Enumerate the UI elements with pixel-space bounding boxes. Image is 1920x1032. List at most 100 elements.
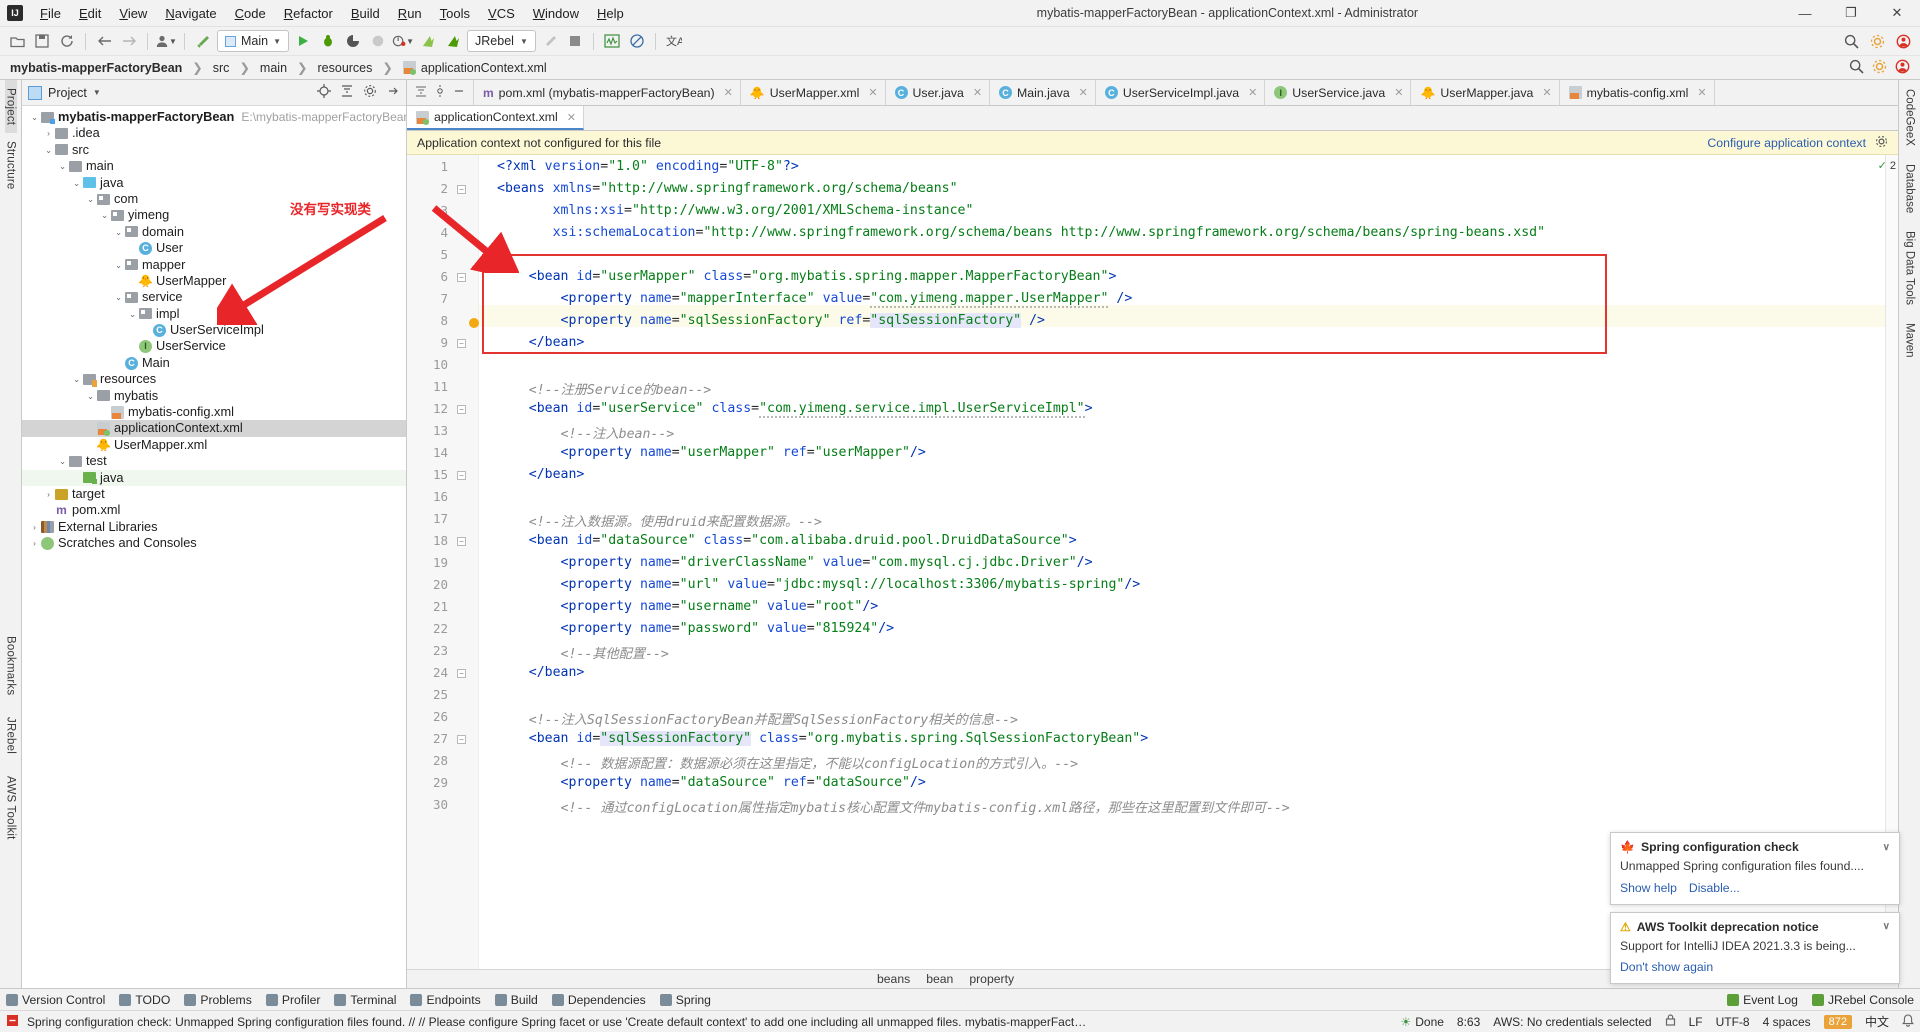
tree-node-test[interactable]: ⌄ test	[22, 453, 406, 469]
tree-node-mybatis-mapperfactorybean[interactable]: ⌄ mybatis-mapperFactoryBean E:\mybatis-map…	[22, 109, 406, 125]
menu-item-run[interactable]: Run	[389, 2, 431, 25]
build-hammer-icon[interactable]	[192, 30, 214, 52]
collapse-all-icon[interactable]	[340, 84, 354, 101]
code-line[interactable]: <!--注册Service的bean-->	[497, 379, 711, 398]
close-tab-icon[interactable]: ✕	[1079, 86, 1088, 99]
tree-expander-icon[interactable]: ⌄	[127, 306, 138, 322]
breadcrumb-part-src[interactable]: src	[213, 61, 230, 75]
save-icon[interactable]	[31, 30, 53, 52]
tree-node-usermapper-xml[interactable]: 🐥 UserMapper.xml	[22, 437, 406, 453]
build-status-icon[interactable]	[6, 1014, 19, 1030]
code-line[interactable]: <property name="password" value="815924"…	[497, 621, 895, 636]
tree-expander-icon[interactable]: ⌄	[99, 207, 110, 223]
bottom-tool-jrebel-console[interactable]: JRebel Console	[1811, 993, 1914, 1007]
menu-item-vcs[interactable]: VCS	[479, 2, 524, 25]
maximize-button[interactable]: ❐	[1828, 0, 1874, 27]
code-fold-icon[interactable]: −	[457, 471, 466, 480]
code-line[interactable]: <bean id="userService" class="com.yimeng…	[497, 401, 1093, 418]
bottom-tool-dependencies[interactable]: Dependencies	[551, 993, 646, 1007]
close-tab-icon[interactable]: ✕	[567, 111, 576, 124]
menu-bar[interactable]: File Edit View Navigate Code Refactor Build Run…	[31, 2, 633, 25]
chevron-down-icon[interactable]: ▼	[406, 37, 414, 46]
memory-chip[interactable]: 872	[1823, 1014, 1852, 1029]
notification-link-disable-[interactable]: Disable...	[1689, 881, 1740, 895]
code-line[interactable]: <property name="mapperInterface" value="…	[497, 291, 1132, 308]
tree-expander-icon[interactable]: ›	[43, 125, 54, 141]
code-line[interactable]: <!--注入SqlSessionFactoryBean并配置SqlSession…	[497, 709, 1018, 728]
chevron-down-icon[interactable]: ▼	[93, 88, 101, 97]
tree-node-main[interactable]: ⌄ main	[22, 158, 406, 174]
tree-node-impl[interactable]: ⌄ impl	[22, 306, 406, 322]
tree-expander-icon[interactable]: ⌄	[113, 257, 124, 273]
chevron-down-icon[interactable]: ▼	[273, 37, 281, 46]
tree-node-mybatis[interactable]: ⌄ mybatis	[22, 388, 406, 404]
breadcrumb-file[interactable]: applicationContext.xml	[421, 61, 547, 75]
tree-expander-icon[interactable]: ⌄	[57, 453, 68, 469]
bottom-tool-build[interactable]: Build	[494, 993, 538, 1007]
code-fold-icon[interactable]: −	[457, 273, 466, 282]
tree-node-java[interactable]: ⌄ java	[22, 175, 406, 191]
code-fold-icon[interactable]: −	[457, 339, 466, 348]
close-tab-icon[interactable]: ✕	[1542, 86, 1551, 99]
settings-gear-icon[interactable]	[1866, 30, 1888, 52]
caret-position[interactable]: 8:63	[1457, 1015, 1480, 1029]
menu-item-window[interactable]: Window	[524, 2, 588, 25]
run-with-coverage-icon[interactable]	[342, 30, 364, 52]
chevron-down-icon[interactable]: ▼	[169, 37, 177, 46]
code-line[interactable]: <!-- 通过configLocation属性指定mybatis核心配置文件my…	[497, 797, 1290, 816]
editor-tab-usermapper-xml[interactable]: 🐥 UserMapper.xml ✕	[741, 80, 886, 105]
tree-node-userservice[interactable]: I UserService	[22, 338, 406, 354]
menu-item-navigate[interactable]: Navigate	[156, 2, 225, 25]
editor-tab-mybatis-config-xml[interactable]: mybatis-config.xml ✕	[1560, 80, 1715, 105]
search-everywhere-icon[interactable]	[1849, 59, 1864, 77]
code-line[interactable]: <bean id="dataSource" class="com.alibaba…	[497, 533, 1077, 548]
collapse-icon[interactable]	[415, 85, 427, 100]
lock-icon[interactable]	[1665, 1014, 1676, 1029]
notification-2[interactable]: ⚠ AWS Toolkit deprecation notice ∨ Support …	[1610, 911, 1900, 984]
gear-icon[interactable]	[1875, 135, 1888, 151]
tree-expander-icon[interactable]: ⌄	[29, 109, 40, 125]
tree-expander-icon[interactable]: ⌄	[57, 158, 68, 174]
tree-node-scratches-and-consoles[interactable]: › Scratches and Consoles	[22, 535, 406, 551]
breakpoint-icon[interactable]	[469, 318, 479, 328]
code-line[interactable]: <!--其他配置-->	[497, 643, 669, 662]
breadcrumb-project[interactable]: mybatis-mapperFactoryBean	[10, 61, 182, 75]
settings-icon[interactable]	[434, 85, 446, 100]
hide-panel-icon[interactable]	[386, 84, 400, 101]
bottom-tool-spring[interactable]: Spring	[659, 993, 711, 1007]
tree-node-main[interactable]: C Main	[22, 355, 406, 371]
bottom-tool-endpoints[interactable]: Endpoints	[410, 993, 481, 1007]
code-line[interactable]: </bean>	[497, 467, 585, 482]
chevron-down-icon[interactable]: ∨	[1883, 921, 1890, 932]
tree-node-mapper[interactable]: ⌄ mapper	[22, 257, 406, 273]
code-line[interactable]: <?xml version="1.0" encoding="UTF-8"?>	[497, 159, 799, 174]
code-line[interactable]: xmlns:xsi="http://www.w3.org/2001/XMLSch…	[497, 203, 974, 218]
editor-tab-main-java[interactable]: C Main.java ✕	[990, 80, 1096, 105]
editor-gutter[interactable]: 1 2−3 4 5 6−7 8 9−10 11 12−13 14 15−16 17 18−19 20 21 2…	[407, 155, 479, 969]
rail-item-aws-toolkit[interactable]: AWS Toolkit	[5, 768, 17, 848]
notification-1[interactable]: 🍁 Spring configuration check ∨ Unmapped Spr…	[1610, 832, 1900, 905]
build-done-status[interactable]: ☀ Done	[1400, 1015, 1443, 1029]
tree-expander-icon[interactable]: ⌄	[113, 289, 124, 305]
tree-expander-icon[interactable]: ⌄	[71, 371, 82, 387]
menu-item-build[interactable]: Build	[342, 2, 389, 25]
code-fold-icon[interactable]: −	[457, 735, 466, 744]
tree-expander-icon[interactable]: ⌄	[43, 142, 54, 158]
chevron-down-icon[interactable]: ∨	[1883, 842, 1890, 853]
tree-node-userserviceimpl[interactable]: C UserServiceImpl	[22, 322, 406, 338]
tree-expander-icon[interactable]: ⌄	[85, 191, 96, 207]
editor-tab-applicationcontext-xml[interactable]: applicationContext.xml ✕	[407, 106, 584, 130]
minimize-button[interactable]: —	[1782, 0, 1828, 27]
rail-item-maven[interactable]: Maven	[1904, 314, 1916, 367]
tree-node-pom-xml[interactable]: m pom.xml	[22, 502, 406, 518]
code-fold-icon[interactable]: −	[457, 537, 466, 546]
tree-node-resources[interactable]: ⌄ resources	[22, 371, 406, 387]
tree-node-java[interactable]: java	[22, 469, 406, 486]
notification-bell-icon[interactable]	[1902, 1013, 1914, 1030]
code-line[interactable]: <bean id="sqlSessionFactory" class="org.…	[497, 731, 1148, 746]
settings-gear-icon[interactable]	[1872, 59, 1887, 77]
rail-item-project[interactable]: Project	[4, 80, 17, 134]
close-tab-icon[interactable]: ✕	[868, 86, 877, 99]
jrebel-run-icon[interactable]	[417, 30, 439, 52]
bottom-tool-version-control[interactable]: Version Control	[6, 993, 105, 1007]
